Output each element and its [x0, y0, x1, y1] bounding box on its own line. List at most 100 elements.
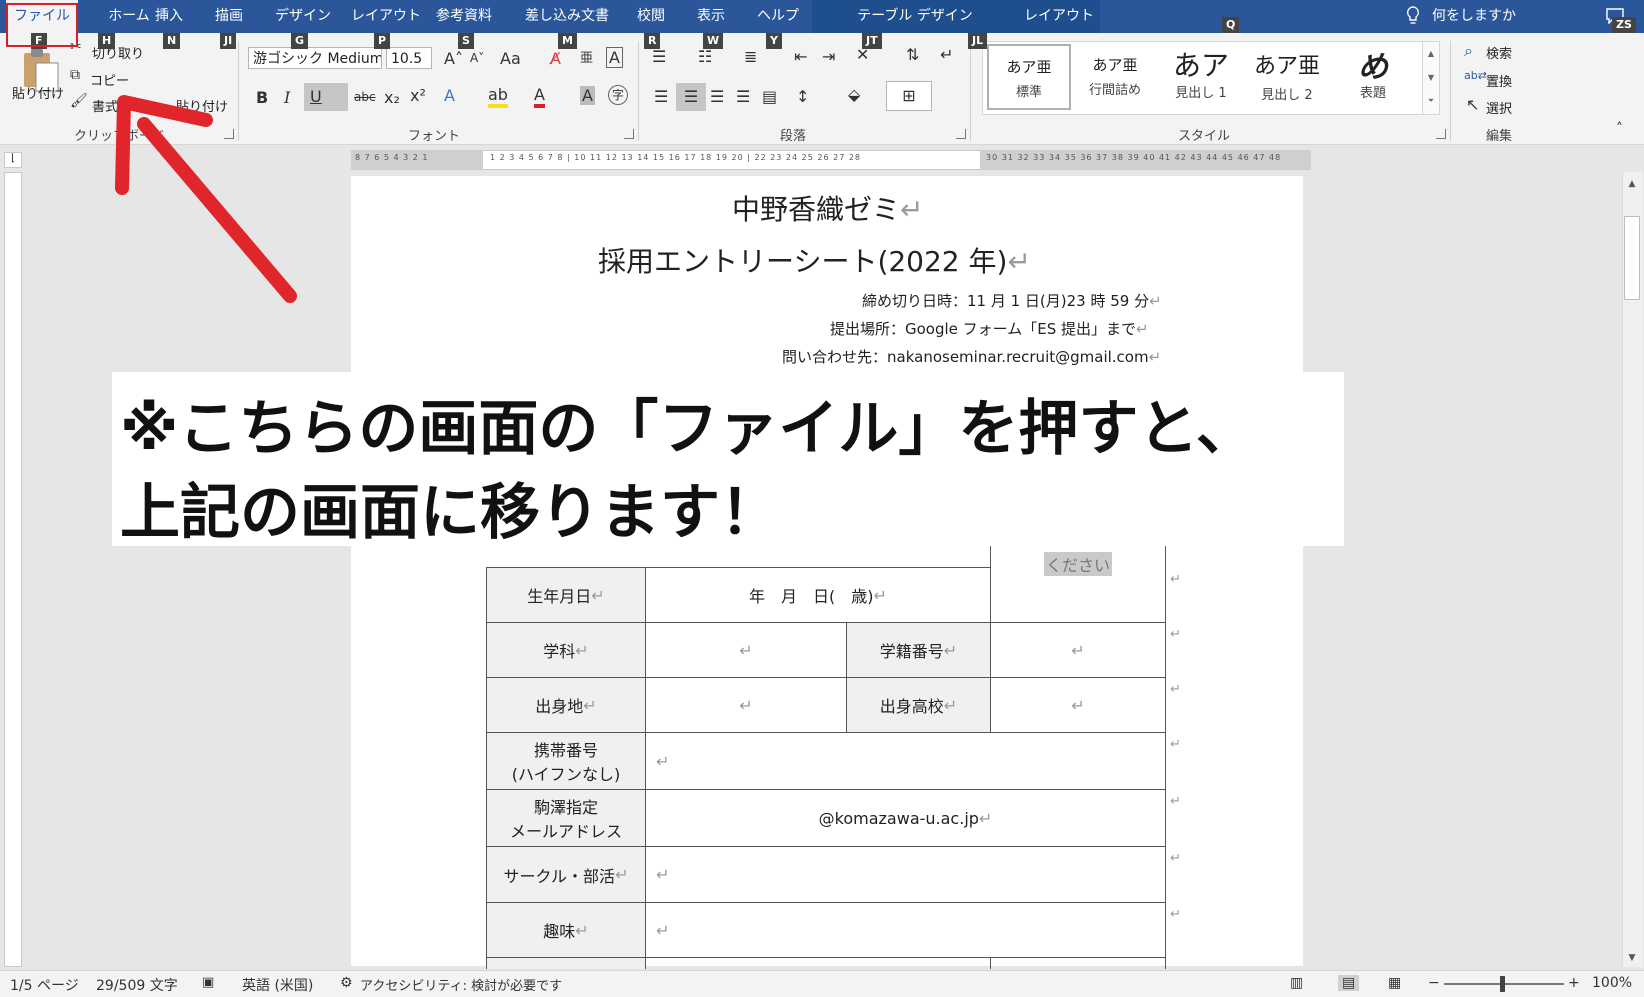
- bullets-icon[interactable]: ☰: [652, 47, 666, 66]
- zoom-slider-thumb[interactable]: [1500, 976, 1505, 992]
- superscript-icon[interactable]: x²: [410, 86, 426, 105]
- accessibility-status[interactable]: アクセシビリティ: 検討が必要です: [360, 975, 562, 994]
- tab-help[interactable]: ヘルプ: [757, 0, 799, 33]
- increase-indent-icon[interactable]: ⇥: [822, 47, 835, 66]
- word-count[interactable]: 29/509 文字: [96, 975, 178, 995]
- tab-layout[interactable]: レイアウト: [351, 0, 421, 33]
- next-row-value-cell[interactable]: [645, 957, 991, 969]
- shading-icon[interactable]: ⬙: [848, 85, 860, 104]
- doc-contact[interactable]: 問い合わせ先：nakanoseminar.recruit@gmail.com↵: [782, 346, 1161, 367]
- tab-draw[interactable]: 描画: [215, 0, 243, 33]
- tab-view[interactable]: 表示: [697, 0, 725, 33]
- zoom-out-icon[interactable]: −: [1428, 975, 1440, 991]
- replace-icon[interactable]: ab⇄: [1464, 69, 1487, 82]
- grow-font-icon[interactable]: A˄: [444, 49, 463, 68]
- style-normal[interactable]: あア亜 標準: [987, 44, 1071, 110]
- tab-table-layout[interactable]: レイアウト: [1018, 0, 1100, 33]
- align-center-icon[interactable]: ☰: [676, 83, 706, 111]
- text-effects-icon[interactable]: A: [444, 86, 455, 105]
- scroll-down-icon[interactable]: ▼: [1624, 950, 1640, 966]
- styles-gallery[interactable]: あア亜 標準 あア亜 行間詰め あア 見出し 1 あア亜 見出し 2 め 表題: [982, 41, 1424, 115]
- distributed-icon[interactable]: ▤: [762, 87, 777, 106]
- scrollbar-thumb[interactable]: [1624, 216, 1640, 300]
- student-no-value-cell[interactable]: ↵: [990, 622, 1166, 678]
- next-row-extra-cell[interactable]: [990, 957, 1166, 969]
- doc-submit[interactable]: 提出場所：Google フォーム「ES 提出」まで↵: [830, 318, 1149, 339]
- chevron-down-icon[interactable]: ▼: [1423, 66, 1439, 90]
- tab-table-design[interactable]: テーブル デザイン: [812, 0, 1018, 33]
- doc-title[interactable]: 中野香織ゼミ↵: [732, 188, 923, 228]
- line-spacing-icon[interactable]: ↕: [796, 87, 809, 106]
- replace-button[interactable]: 置換: [1486, 71, 1512, 90]
- shrink-font-icon[interactable]: A˅: [470, 51, 484, 65]
- hometown-value-cell[interactable]: ↵: [645, 677, 847, 733]
- tab-review[interactable]: 校閲: [637, 0, 665, 33]
- high-school-value-cell[interactable]: ↵: [990, 677, 1166, 733]
- search-icon[interactable]: ⌕: [1464, 41, 1473, 61]
- strikethrough-icon[interactable]: abc: [354, 90, 376, 104]
- paragraph-launcher[interactable]: [956, 129, 966, 139]
- underline-icon[interactable]: U: [304, 83, 348, 111]
- font-color-icon[interactable]: A: [534, 85, 545, 108]
- collapse-ribbon-icon[interactable]: ˄: [1616, 121, 1623, 137]
- align-left-icon[interactable]: ☰: [654, 87, 668, 106]
- doc-deadline[interactable]: 締め切り日時：11 月 1 日(月)23 時 59 分↵: [862, 290, 1162, 311]
- chevron-up-icon[interactable]: ▲: [1423, 42, 1439, 66]
- format-painter-icon[interactable]: 🖌: [70, 93, 88, 109]
- zoom-in-icon[interactable]: +: [1568, 975, 1580, 991]
- select-cursor-icon[interactable]: ↖: [1466, 95, 1479, 114]
- character-border-icon[interactable]: A: [606, 47, 623, 68]
- styles-gallery-scroll[interactable]: ▲ ▼ ⏷: [1422, 41, 1440, 115]
- tab-design[interactable]: デザイン: [275, 0, 331, 33]
- zoom-level[interactable]: 100%: [1592, 975, 1632, 991]
- style-heading-2[interactable]: あア亜 見出し 2: [1245, 44, 1329, 110]
- web-layout-icon[interactable]: ▦: [1388, 975, 1401, 991]
- dept-value-cell[interactable]: ↵: [645, 622, 847, 678]
- highlight-icon[interactable]: ab: [488, 85, 508, 108]
- read-mode-icon[interactable]: ▥: [1290, 975, 1303, 991]
- styles-launcher[interactable]: [1436, 129, 1446, 139]
- multilevel-list-icon[interactable]: ≣: [744, 47, 757, 66]
- clear-format-icon[interactable]: A̸: [550, 49, 561, 68]
- find-button[interactable]: 検索: [1486, 43, 1512, 62]
- tell-me-search[interactable]: 何をしますか: [1432, 0, 1516, 33]
- birthday-value-cell[interactable]: 年 月 日( 歳) ↵: [645, 567, 991, 623]
- tab-mailings[interactable]: 差し込み文書: [525, 0, 609, 33]
- paste-button[interactable]: 貼り付け: [12, 83, 64, 102]
- club-value-cell[interactable]: ↵: [645, 846, 1166, 903]
- mobile-value-cell[interactable]: ↵: [645, 732, 1166, 790]
- doc-subtitle[interactable]: 採用エントリーシート(2022 年)↵: [598, 240, 1031, 280]
- justify-icon[interactable]: ☰: [736, 87, 750, 106]
- decrease-indent-icon[interactable]: ⇤: [794, 47, 807, 66]
- language-indicator[interactable]: 英語 (米国): [242, 975, 313, 995]
- style-no-spacing[interactable]: あア亜 行間詰め: [1073, 44, 1157, 110]
- font-launcher[interactable]: [624, 129, 634, 139]
- numbering-icon[interactable]: ☷: [698, 47, 712, 66]
- vertical-ruler[interactable]: [4, 172, 22, 967]
- font-family-dropdown[interactable]: 游ゴシック Medium: [248, 47, 382, 69]
- photo-cell[interactable]: ください: [990, 544, 1166, 622]
- tab-insert[interactable]: 挿入: [155, 0, 183, 33]
- mail-value-cell[interactable]: @komazawa-u.ac.jp ↵: [645, 789, 1166, 847]
- select-button[interactable]: 選択: [1486, 98, 1512, 117]
- sort-icon[interactable]: ⇅: [906, 45, 919, 64]
- style-title[interactable]: め 表題: [1331, 44, 1415, 110]
- phonetic-guide-icon[interactable]: 亜: [580, 47, 593, 66]
- char-shading-icon[interactable]: A: [580, 86, 595, 105]
- align-right-icon[interactable]: ☰: [710, 87, 724, 106]
- enclose-char-icon[interactable]: 字: [608, 85, 628, 105]
- style-heading-1[interactable]: あア 見出し 1: [1159, 44, 1243, 110]
- tab-references[interactable]: 参考資料: [436, 0, 492, 33]
- more-icon[interactable]: ⏷: [1423, 90, 1439, 112]
- show-marks-icon[interactable]: ↵: [940, 45, 953, 64]
- copy-icon[interactable]: ⧉: [70, 67, 80, 83]
- accessibility-icon[interactable]: ⚙: [340, 975, 353, 991]
- scroll-up-icon[interactable]: ▲: [1624, 176, 1640, 192]
- change-case-icon[interactable]: Aa: [500, 49, 521, 68]
- page-count[interactable]: 1/5 ページ: [10, 975, 79, 995]
- proofing-icon[interactable]: ▣: [202, 975, 214, 990]
- tab-selector-icon[interactable]: ⌊: [4, 152, 22, 168]
- hobby-value-cell[interactable]: ↵: [645, 902, 1166, 958]
- borders-icon[interactable]: ⊞: [886, 81, 932, 111]
- subscript-icon[interactable]: x₂: [384, 88, 400, 107]
